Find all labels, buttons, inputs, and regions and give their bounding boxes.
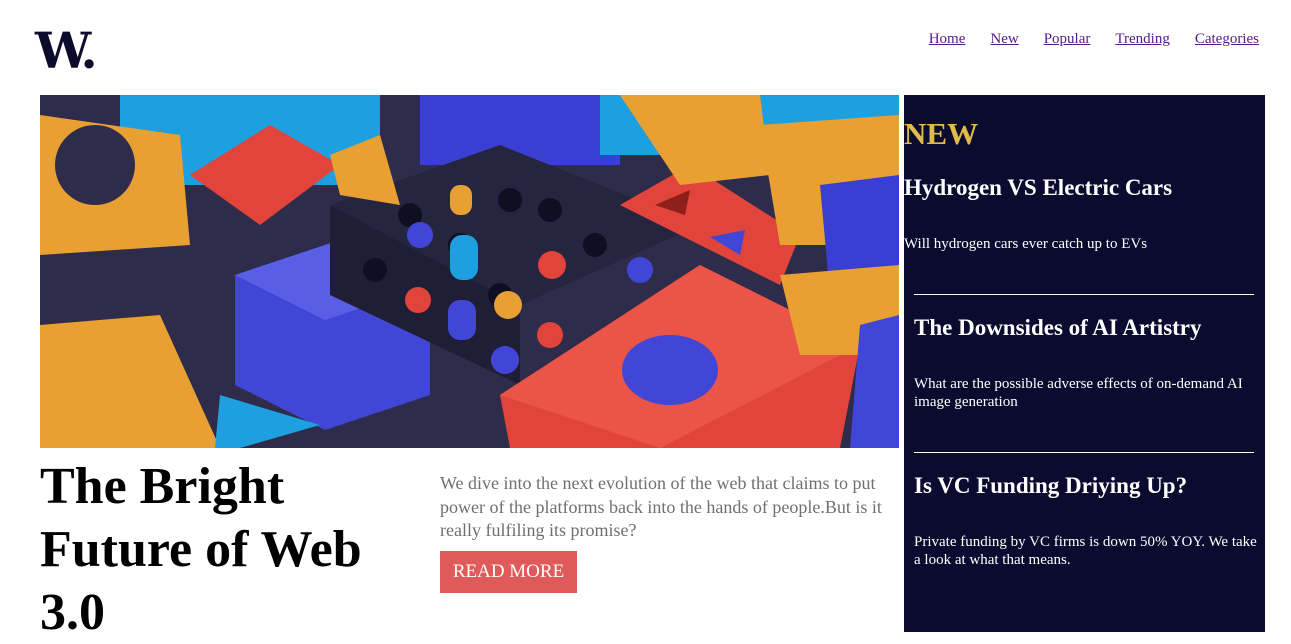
story-divider bbox=[914, 452, 1254, 453]
hero-image bbox=[40, 95, 899, 448]
article-headline: The Bright Future of Web 3.0 bbox=[40, 458, 362, 641]
story-title[interactable]: Hydrogen VS Electric Cars bbox=[904, 175, 1259, 201]
article-lede: We dive into the next evolution of the w… bbox=[440, 473, 882, 540]
story-divider bbox=[914, 294, 1254, 295]
story-title[interactable]: Is VC Funding Driying Up? bbox=[914, 473, 1259, 499]
main-nav: Home New Popular Trending Categories bbox=[929, 31, 1259, 48]
new-stories-sidebar: NEW Hydrogen VS Electric Cars Will hydro… bbox=[904, 95, 1265, 632]
story-summary: Private funding by VC firms is down 50% … bbox=[914, 534, 1257, 568]
nav-new[interactable]: New bbox=[990, 31, 1018, 48]
site-logo[interactable]: W. bbox=[35, 26, 98, 76]
story-item[interactable]: Hydrogen VS Electric Cars Will hydrogen … bbox=[904, 175, 1259, 253]
story-item[interactable]: The Downsides of AI Artistry What are th… bbox=[914, 315, 1259, 411]
nav-popular[interactable]: Popular bbox=[1044, 31, 1091, 48]
story-title[interactable]: The Downsides of AI Artistry bbox=[914, 315, 1259, 341]
story-summary: Will hydrogen cars ever catch up to EVs bbox=[904, 236, 1148, 252]
nav-home[interactable]: Home bbox=[929, 31, 966, 48]
read-more-button[interactable]: READ MORE bbox=[440, 551, 577, 593]
nav-categories[interactable]: Categories bbox=[1195, 31, 1259, 48]
story-item[interactable]: Is VC Funding Driying Up? Private fundin… bbox=[914, 473, 1259, 569]
nav-trending[interactable]: Trending bbox=[1115, 31, 1169, 48]
story-summary: What are the possible adverse effects of… bbox=[914, 376, 1243, 410]
sidebar-heading: NEW bbox=[904, 116, 979, 151]
